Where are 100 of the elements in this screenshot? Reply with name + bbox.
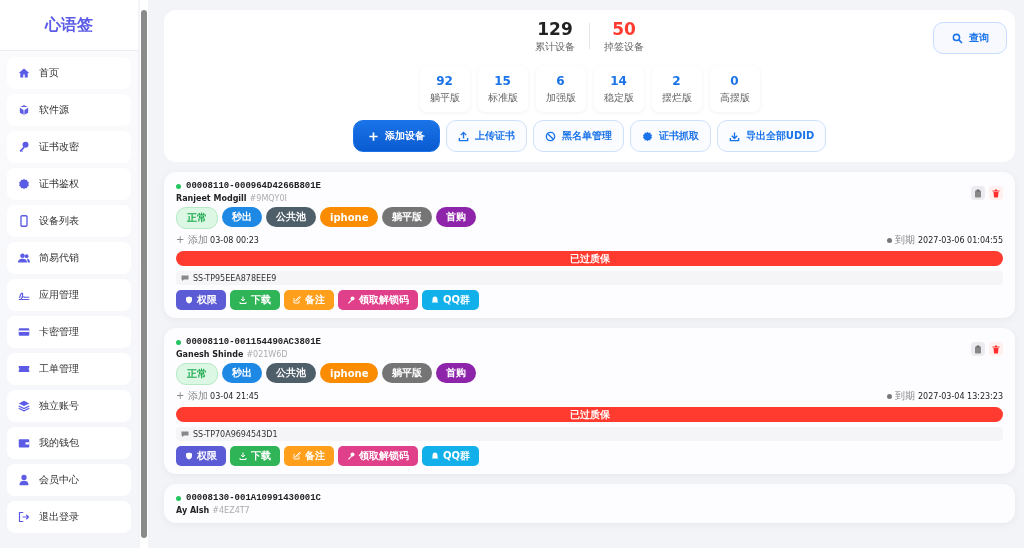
note-text: SS-TP95EEA878EEE9 xyxy=(193,273,277,283)
tag: 正常 xyxy=(176,363,218,385)
stat-label: 躺平版 xyxy=(429,90,460,105)
stat-value: 2 xyxy=(672,73,681,88)
stat-value: 14 xyxy=(610,73,627,88)
stat-label: 高摆版 xyxy=(719,90,750,105)
tag: 首购 xyxy=(436,207,477,227)
bell-icon xyxy=(431,296,439,304)
action-button[interactable]: 领取解锁码 xyxy=(338,290,418,310)
key-icon xyxy=(18,141,30,153)
users-icon xyxy=(18,252,30,264)
toolbar-button[interactable]: 导出全部UDID xyxy=(716,120,827,152)
stat-value: 0 xyxy=(730,73,739,88)
app-logo: 心语签 xyxy=(45,14,93,36)
action-button[interactable]: 权限 xyxy=(176,290,226,310)
warranty-bar: 已过质保 xyxy=(176,407,1003,422)
download-icon xyxy=(239,452,247,460)
home-icon xyxy=(18,67,30,79)
shield-icon xyxy=(185,452,193,460)
card-icon xyxy=(18,326,30,338)
key-icon xyxy=(347,452,355,460)
toolbar-button[interactable]: 上传证书 xyxy=(445,120,527,152)
stat-label: 稳定版 xyxy=(603,90,634,105)
stat-label: 累计设备 xyxy=(535,40,575,54)
owner-code: #021W6D xyxy=(246,350,288,359)
tag: 秒出 xyxy=(222,363,262,383)
comment-icon xyxy=(181,430,189,438)
stat-label: 摆烂版 xyxy=(661,90,692,105)
search-icon xyxy=(951,32,963,44)
device-udid: 00008110-000964D4266B801E xyxy=(186,181,322,191)
sidebar-item[interactable]: 证书鉴权 xyxy=(7,168,131,200)
copy-button[interactable] xyxy=(971,342,985,356)
edit-icon xyxy=(293,452,301,460)
edit-icon xyxy=(293,296,301,304)
tag: 首购 xyxy=(436,363,477,383)
toolbar-button[interactable]: 添加设备 xyxy=(352,120,440,152)
ban-icon xyxy=(544,130,556,142)
plus-icon xyxy=(367,130,379,142)
copy-button[interactable] xyxy=(971,186,985,200)
search-button[interactable]: 查询 xyxy=(933,22,1007,54)
cube-icon xyxy=(18,104,30,116)
note-text: SS-TP70A9694543D1 xyxy=(193,429,278,439)
sidebar-item[interactable]: 会员中心 xyxy=(7,464,131,496)
owner-name: Ranjeet Modgill xyxy=(176,194,247,203)
clipboard-icon xyxy=(974,188,982,198)
action-button[interactable]: 领取解锁码 xyxy=(338,446,418,466)
upload-icon xyxy=(457,130,469,142)
key-icon xyxy=(347,296,355,304)
scrollbar[interactable] xyxy=(140,0,148,548)
sidebar-item[interactable]: 独立账号 xyxy=(7,390,131,422)
owner-code: #9MQY0I xyxy=(249,194,287,203)
logout-icon xyxy=(18,511,30,523)
stat-label: 加强版 xyxy=(545,90,576,105)
delete-button[interactable] xyxy=(989,342,1003,356)
stat-value: 15 xyxy=(494,73,511,88)
sidebar-item[interactable]: 设备列表 xyxy=(7,205,131,237)
comment-icon xyxy=(181,274,189,282)
sidebar-item[interactable]: 退出登录 xyxy=(7,501,131,533)
badge-icon xyxy=(641,130,653,142)
expiry-date: 到期 2027-03-04 13:23:23 xyxy=(895,389,1003,403)
tag: 正常 xyxy=(176,207,218,229)
ticket-icon xyxy=(18,363,30,375)
owner-code: #4EZ4T7 xyxy=(212,506,250,515)
stat-value: 50 xyxy=(612,18,636,40)
trash-icon xyxy=(992,188,1000,198)
sidebar-item[interactable]: 首页 xyxy=(7,57,131,89)
download-icon xyxy=(239,296,247,304)
tag: iphone xyxy=(320,363,379,383)
sidebar-item[interactable]: 软件源 xyxy=(7,94,131,126)
sidebar-item[interactable]: 应用管理 xyxy=(7,279,131,311)
tag: 公共池 xyxy=(266,207,316,227)
owner-name: Ganesh Shinde xyxy=(176,350,244,359)
tag: iphone xyxy=(320,207,379,227)
added-date: + 添加 03-04 21:45 xyxy=(176,389,259,403)
shield-icon xyxy=(185,296,193,304)
added-date: + 添加 03-08 00:23 xyxy=(176,233,259,247)
toolbar-button[interactable]: 证书抓取 xyxy=(629,120,711,152)
download-icon xyxy=(728,130,740,142)
stat-value: 92 xyxy=(436,73,453,88)
action-button[interactable]: 下载 xyxy=(230,446,280,466)
trash-icon xyxy=(992,344,1000,354)
action-button[interactable]: 权限 xyxy=(176,446,226,466)
toolbar-button[interactable]: 黑名单管理 xyxy=(532,120,624,152)
sidebar-item[interactable]: 工单管理 xyxy=(7,353,131,385)
action-button[interactable]: 下载 xyxy=(230,290,280,310)
badge-icon xyxy=(18,178,30,190)
device-udid: 00008110-001154490AC3801E xyxy=(186,337,322,347)
sidebar-item[interactable]: 卡密管理 xyxy=(7,316,131,348)
stat-value: 129 xyxy=(537,18,573,40)
tag: 躺平版 xyxy=(382,207,433,227)
expiry-date: 到期 2027-03-06 01:04:55 xyxy=(895,233,1003,247)
user-icon xyxy=(18,474,30,486)
device-udid: 00008130-001A10991430001C xyxy=(186,493,322,503)
sidebar-item[interactable]: 我的钱包 xyxy=(7,427,131,459)
delete-button[interactable] xyxy=(989,186,1003,200)
sidebar-item[interactable]: 证书改密 xyxy=(7,131,131,163)
bell-icon xyxy=(431,452,439,460)
stat-label: 掉签设备 xyxy=(604,40,644,54)
sidebar-item[interactable]: 简易代销 xyxy=(7,242,131,274)
tag: 秒出 xyxy=(222,207,262,227)
